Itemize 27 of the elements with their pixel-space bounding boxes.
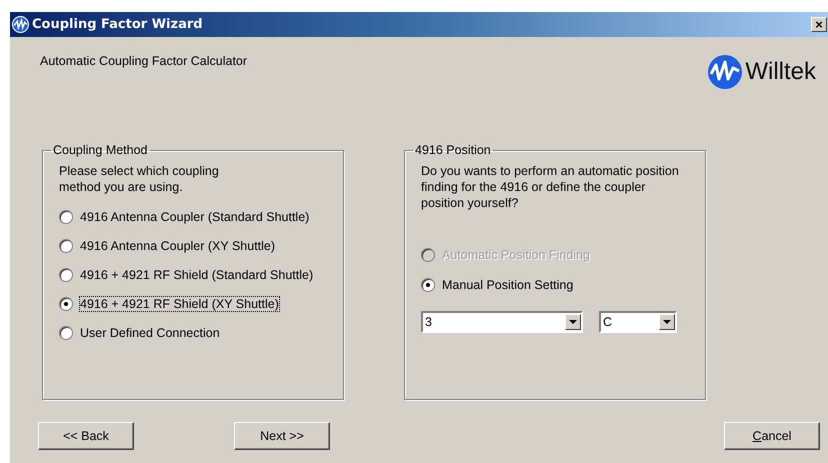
prompt-text: Do you wants to perform an automatic position finding for the 4916 or define the coupler position yourself? (421, 163, 680, 211)
option-label[interactable]: User Defined Connection (79, 325, 221, 341)
group-title: Coupling Method (52, 143, 149, 157)
radio-button[interactable] (59, 326, 73, 340)
radio-button[interactable] (59, 297, 73, 311)
dropdown[interactable]: C (599, 311, 677, 333)
group-title: 4916 Position (414, 143, 492, 157)
logo-text: Willtek (745, 58, 816, 86)
option-label[interactable]: 4916 Antenna Coupler (Standard Shuttle) (79, 209, 310, 225)
option-label[interactable]: 4916 Antenna Coupler (XY Shuttle) (79, 238, 276, 254)
cancel-button[interactable]: Cancel (724, 422, 820, 450)
option-label[interactable]: 4916 + 4921 RF Shield (Standard Shuttle) (79, 267, 314, 283)
option-label[interactable]: Manual Position Setting (441, 277, 574, 293)
close-button[interactable]: × (811, 17, 827, 32)
radio-button[interactable] (421, 278, 435, 292)
logo-icon (707, 54, 744, 90)
prompt-text: Please select which coupling method you are using. (59, 163, 220, 195)
app-icon (12, 16, 29, 33)
option-label[interactable]: 4916 + 4921 RF Shield (XY Shuttle) (79, 296, 280, 312)
radio-button[interactable] (59, 268, 73, 282)
back-button[interactable]: << Back (38, 422, 134, 450)
radio-button[interactable] (59, 210, 73, 224)
dropdown[interactable]: 3 (421, 311, 583, 333)
subtitle: Automatic Coupling Factor Calculator (40, 54, 248, 68)
window-title: Coupling Factor Wizard (32, 17, 204, 32)
radio-button[interactable] (59, 239, 73, 253)
next-button[interactable]: Next >> (234, 422, 330, 450)
